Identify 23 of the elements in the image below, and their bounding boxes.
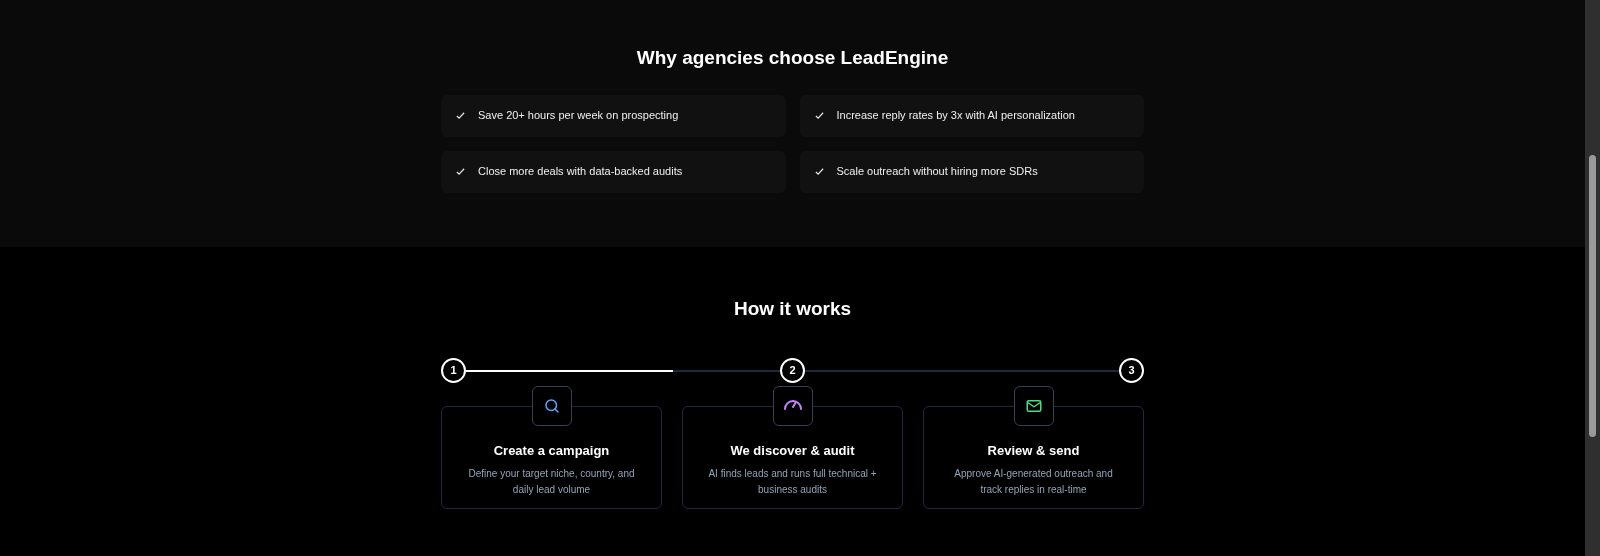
section-title: How it works <box>733 297 852 321</box>
scrollbar[interactable] <box>1585 0 1600 556</box>
scrollbar-thumb[interactable] <box>1589 155 1596 437</box>
check-icon <box>456 167 465 176</box>
benefit-text: Save 20+ hours per week on prospecting <box>478 108 679 124</box>
step-number: 3 <box>1119 358 1144 383</box>
benefit-text: Scale outreach without hiring more SDRs <box>836 164 1038 180</box>
step-number: 2 <box>780 358 805 383</box>
step-description: AI finds leads and runs full technical + business audits <box>707 467 878 497</box>
search-icon <box>542 396 561 415</box>
benefit-text: Increase reply rates by 3x with AI personalization <box>836 108 1075 124</box>
step-description: Approve AI-generated outreach and track replies in real-time <box>953 467 1114 497</box>
step-title: Create a campaign <box>493 441 610 460</box>
check-icon <box>456 111 465 120</box>
benefit-text: Close more deals with data-backed audits <box>478 164 683 180</box>
step-description: Define your target niche, country, and daily lead volume <box>467 467 636 497</box>
section-title: Why agencies choose LeadEngine <box>636 46 949 70</box>
check-icon <box>814 111 824 120</box>
step-title: We discover & audit <box>730 441 855 460</box>
step-number: 1 <box>441 358 466 383</box>
gauge-icon <box>783 400 802 411</box>
step-title: Review & send <box>987 441 1080 460</box>
check-icon <box>814 167 824 176</box>
